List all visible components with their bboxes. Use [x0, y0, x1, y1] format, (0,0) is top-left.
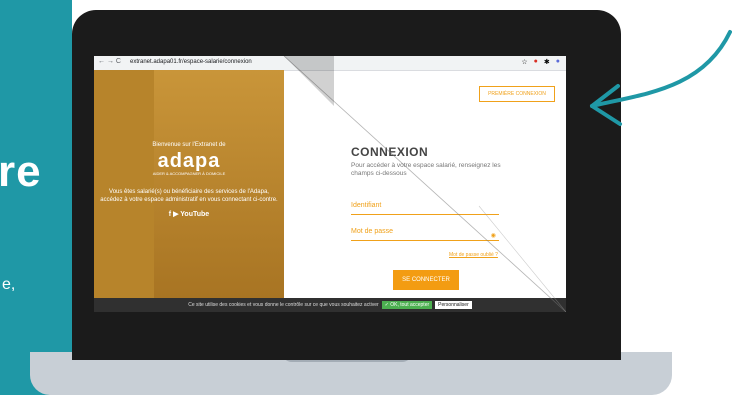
- cropped-heading-fragment: re: [0, 147, 42, 196]
- screen-diagonal-lines: [283, 56, 566, 312]
- cropped-text-fragment: e,: [2, 276, 16, 293]
- pointer-arrow-icon: [590, 30, 732, 126]
- teal-side-panel: [0, 0, 72, 395]
